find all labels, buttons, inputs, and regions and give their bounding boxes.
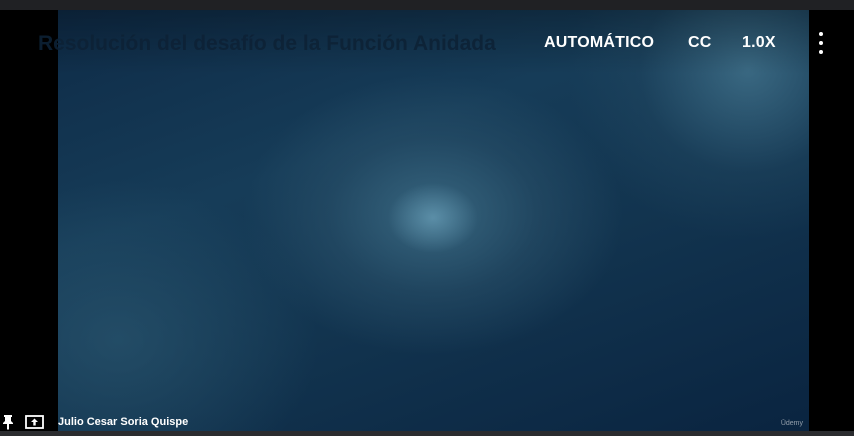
more-dot <box>819 41 823 45</box>
video-player[interactable]: Ūdemy Resolución del desafío de la Funci… <box>0 10 854 431</box>
player-title-bar: Resolución del desafío de la Función Ani… <box>0 10 854 74</box>
pin-icon[interactable] <box>2 414 14 430</box>
video-title: Resolución del desafío de la Función Ani… <box>38 32 496 55</box>
more-dot <box>819 32 823 36</box>
quality-button[interactable]: AUTOMÁTICO <box>544 34 654 52</box>
window-top-strip <box>0 0 854 10</box>
more-vert-icon[interactable] <box>816 32 826 54</box>
udemy-watermark: Ūdemy <box>780 420 803 427</box>
player-bottom-bar: Julio Cesar Soria Quispe <box>0 411 300 433</box>
user-name-label: Julio Cesar Soria Quispe <box>58 416 189 428</box>
window-bottom-strip <box>0 431 854 436</box>
captions-button[interactable]: CC <box>688 34 712 52</box>
upload-screen-icon[interactable] <box>25 415 44 429</box>
playback-speed-button[interactable]: 1.0X <box>742 34 776 52</box>
more-dot <box>819 50 823 54</box>
